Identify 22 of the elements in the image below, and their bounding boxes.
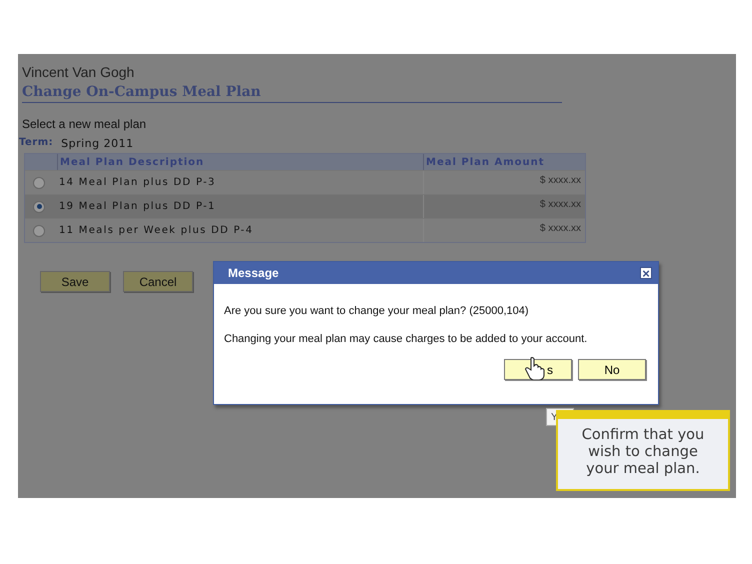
page-title: Change On-Campus Meal Plan — [22, 84, 562, 103]
radio-button[interactable] — [33, 176, 45, 188]
close-button[interactable]: × — [640, 267, 652, 279]
hand-cursor-icon — [525, 356, 545, 380]
table-cell-text: 11 Meals per Week plus DD P-4 — [58, 225, 254, 236]
dialog-question: Are you sure you want to change your meal plan? (25000,104) — [224, 305, 530, 317]
table-cell-text: 14 Meal Plan plus DD P-3 — [58, 177, 217, 188]
term-label: Term: — [19, 137, 54, 150]
action-button[interactable]: Cancel — [123, 271, 193, 292]
instruction-callout: Confirm that you wish to change your meal plan. — [556, 410, 730, 491]
radio-button[interactable] — [33, 224, 45, 236]
dialog-note: Changing your meal plan may cause charges to be added to your account. — [224, 333, 588, 345]
action-button[interactable]: Save — [40, 271, 110, 292]
dialog-title: Message — [228, 266, 279, 280]
no-button[interactable]: No — [578, 359, 646, 380]
table-cell-text: 19 Meal Plan plus DD P-1 — [58, 201, 217, 212]
term-value: Spring 2011 — [61, 137, 134, 150]
instruction-text: Select a new meal plan — [22, 117, 148, 131]
yes-button[interactable]: s — [504, 359, 572, 380]
table-cell: $ xxxx.xx — [423, 219, 585, 242]
user-name: Vincent Van Gogh — [22, 64, 136, 80]
radio-button[interactable] — [33, 200, 45, 212]
